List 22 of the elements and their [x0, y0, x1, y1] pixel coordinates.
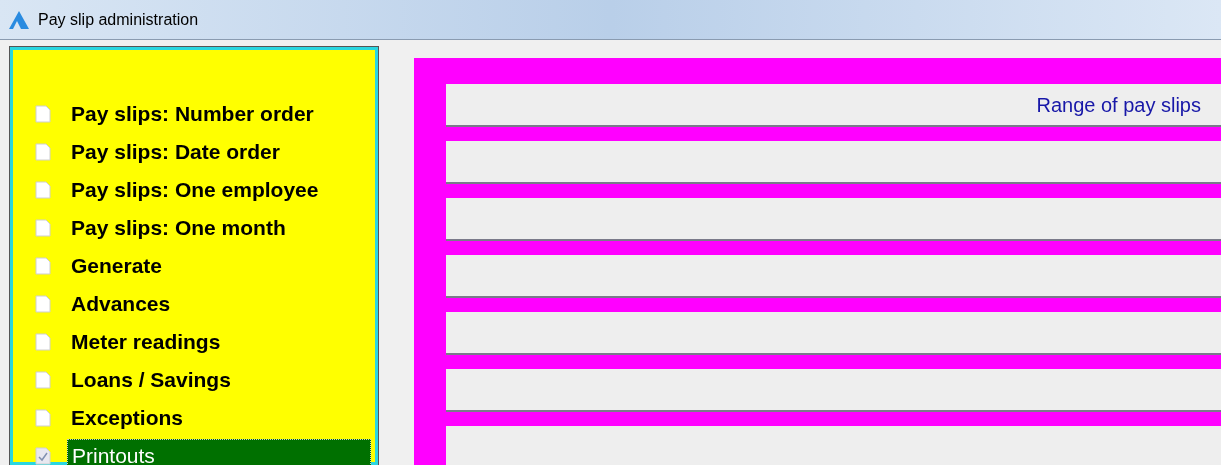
document-icon: [35, 370, 51, 389]
menu-item[interactable]: Meter readings: [35, 323, 371, 360]
menu-item[interactable]: Pay slips: Number order: [35, 95, 371, 132]
menu-item[interactable]: Loans / Savings: [35, 361, 371, 398]
menu-item[interactable]: Pay slips: One month: [35, 209, 371, 246]
menu-item[interactable]: Advances: [35, 285, 371, 322]
document-icon: [35, 408, 51, 427]
document-icon: [35, 294, 51, 313]
menu-item[interactable]: Pay slips: One employee: [35, 171, 371, 208]
menu-item[interactable]: Exceptions: [35, 399, 371, 436]
document-icon: [35, 142, 51, 161]
document-icon: [35, 256, 51, 275]
window-title: Pay slip administration: [38, 9, 199, 30]
menu-item[interactable]: Generate: [35, 247, 371, 284]
document-icon: [35, 446, 51, 465]
app-logo-icon: [8, 9, 30, 30]
document-icon: [35, 332, 51, 351]
document-icon: [35, 180, 51, 199]
section-heading: Range of pay slips: [1036, 92, 1201, 118]
document-icon: [35, 104, 51, 123]
menu-item[interactable]: Pay slips: Date order: [35, 133, 371, 170]
document-icon: [35, 218, 51, 237]
